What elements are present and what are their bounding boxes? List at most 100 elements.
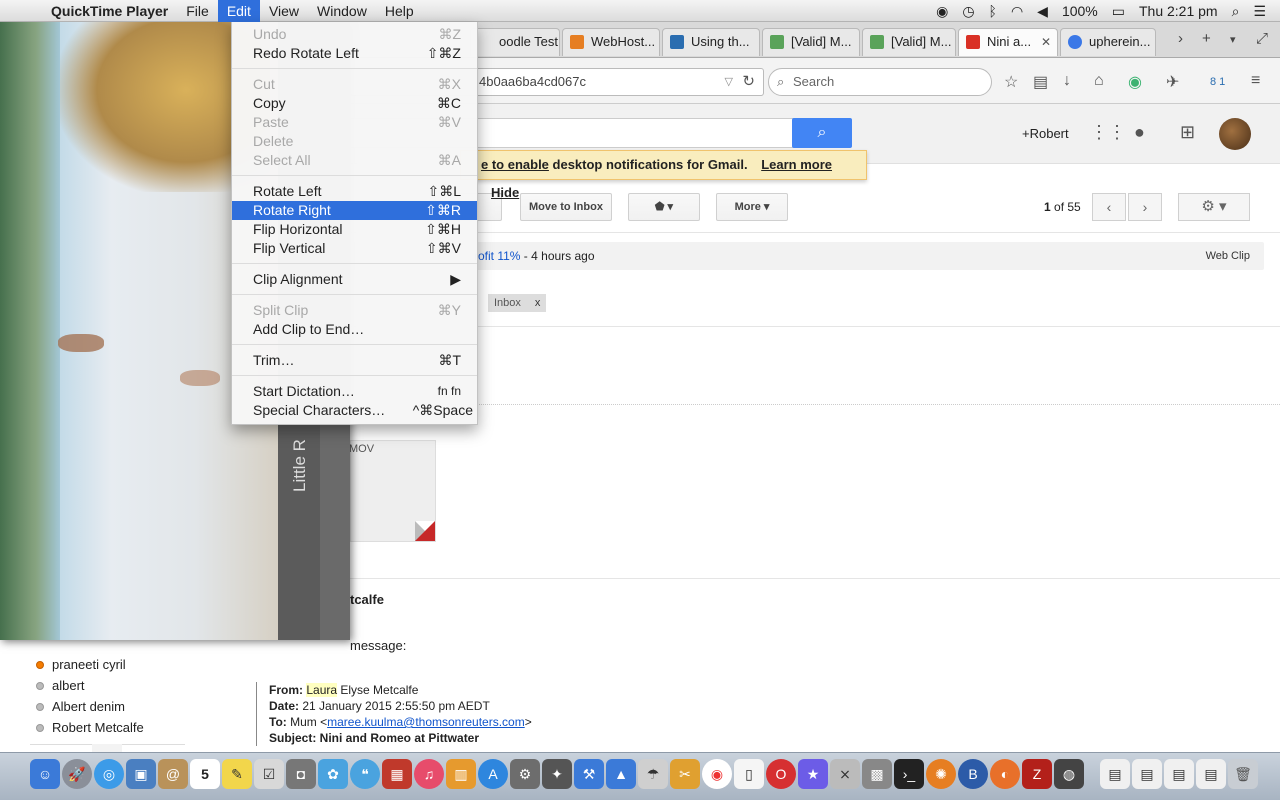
tab-upherein[interactable]: upherein... <box>1060 28 1156 56</box>
contacts-icon[interactable]: @ <box>158 759 188 789</box>
tab-list-icon[interactable]: ▾ <box>1230 33 1236 46</box>
ibooks-icon[interactable]: ▥ <box>446 759 476 789</box>
app-store-icon[interactable]: A <box>478 759 508 789</box>
trash-icon[interactable]: 🗑 <box>1228 759 1258 789</box>
app-icon[interactable]: ✂ <box>670 759 700 789</box>
bluetooth-icon[interactable]: ᛒ <box>989 3 997 19</box>
menu-item-trim[interactable]: Trim… ⌘T <box>232 351 477 370</box>
tab-valid-2[interactable]: [Valid] M... <box>862 28 956 56</box>
contact-item[interactable]: albert <box>30 675 190 696</box>
tab-scroll-right-icon[interactable]: › <box>1178 30 1183 47</box>
photo-booth-icon[interactable]: ▦ <box>382 759 412 789</box>
app-icon[interactable]: ☂ <box>638 759 668 789</box>
tab-moodle[interactable]: oodle Test ... <box>470 28 560 56</box>
firefox-icon[interactable]: ◐ <box>990 759 1020 789</box>
app-icon[interactable]: ⨯ <box>830 759 860 789</box>
addon-green-icon[interactable]: ◉ <box>1128 72 1142 92</box>
downloads-icon[interactable]: ↓ <box>1063 72 1071 90</box>
time-machine-icon[interactable]: ◷ <box>962 3 974 20</box>
contact-item[interactable]: Albert denim <box>30 696 190 717</box>
search-box[interactable]: ⌕ Search <box>768 68 992 96</box>
textedit-icon[interactable]: ▯ <box>734 759 764 789</box>
app-icon[interactable]: ▩ <box>862 759 892 789</box>
move-to-inbox-button[interactable]: Move to Inbox <box>520 193 612 221</box>
tab-gmail[interactable]: Nini a... ✕ <box>958 28 1058 56</box>
mov-attachment-thumbnail[interactable]: MOV <box>349 440 436 542</box>
menu-item-select-all[interactable]: Select All ⌘A <box>232 151 477 170</box>
gmail-search-button[interactable]: ⌕ <box>792 118 852 148</box>
calendar-icon[interactable]: 5 <box>190 759 220 789</box>
preview-icon[interactable]: ▣ <box>126 759 156 789</box>
menu-item-undo[interactable]: Undo ⌘Z <box>232 25 477 44</box>
older-button[interactable]: › <box>1128 193 1162 221</box>
remove-label-icon[interactable]: x <box>535 297 541 309</box>
menu-item-add-clip-to-end[interactable]: Add Clip to End… <box>232 320 477 339</box>
hamburger-menu-icon[interactable]: ≡ <box>1251 72 1260 90</box>
document-icon[interactable]: ▤ <box>1196 759 1226 789</box>
newer-button[interactable]: ‹ <box>1092 193 1126 221</box>
menu-item-flip-vertical[interactable]: Flip Vertical ⇧⌘V <box>232 239 477 258</box>
settings-gear-icon[interactable]: ⚙ ▾ <box>1178 193 1250 221</box>
app-icon[interactable]: ▲ <box>606 759 636 789</box>
web-clip-bar[interactable]: rofit 11% - 4 hours ago Web Clip <box>350 242 1264 270</box>
menu-view[interactable]: View <box>260 0 308 22</box>
tab-close-icon[interactable]: ✕ <box>1041 29 1051 55</box>
menu-item-start-dictation[interactable]: Start Dictation… fn fn <box>232 382 477 401</box>
menu-item-paste[interactable]: Paste ⌘V <box>232 113 477 132</box>
app-menu-quicktime[interactable]: QuickTime Player <box>42 0 177 22</box>
google-plus-name[interactable]: +Robert <box>1022 126 1069 141</box>
safari-icon[interactable]: ◎ <box>94 759 124 789</box>
document-icon[interactable]: ▤ <box>1100 759 1130 789</box>
menu-item-flip-horizontal[interactable]: Flip Horizontal ⇧⌘H <box>232 220 477 239</box>
new-tab-icon[interactable]: + <box>1202 30 1211 47</box>
home-icon[interactable]: ⌂ <box>1094 72 1104 90</box>
chrome-icon[interactable]: ◉ <box>702 759 732 789</box>
menu-help[interactable]: Help <box>376 0 423 22</box>
menu-item-clip-alignment[interactable]: Clip Alignment ▶ <box>232 270 477 289</box>
app-icon[interactable]: ★ <box>798 759 828 789</box>
battery-percent[interactable]: 100% <box>1062 3 1098 19</box>
terminal-icon[interactable]: ›_ <box>894 759 924 789</box>
to-email-link[interactable]: maree.kuulma@thomsonreuters.com <box>327 715 525 729</box>
document-icon[interactable]: ▤ <box>1164 759 1194 789</box>
opera-icon[interactable]: O <box>766 759 796 789</box>
window-resize-icon[interactable]: ⤢ <box>1256 30 1268 47</box>
labels-button[interactable]: ⬟ ▾ <box>628 193 700 221</box>
hide-link[interactable]: Hide <box>491 185 519 200</box>
enable-notifications-link[interactable]: e to enable <box>481 157 549 172</box>
menu-item-rotate-right[interactable]: Rotate Right ⇧⌘R <box>232 201 477 220</box>
menu-item-cut[interactable]: Cut ⌘X <box>232 75 477 94</box>
volume-icon[interactable]: ◀ <box>1037 3 1048 20</box>
tab-webhost[interactable]: WebHost... <box>562 28 660 56</box>
menu-item-copy[interactable]: Copy ⌘C <box>232 94 477 113</box>
url-history-icon[interactable]: ▽ <box>725 69 733 95</box>
tab-valid-1[interactable]: [Valid] M... <box>762 28 860 56</box>
menu-item-rotate-left[interactable]: Rotate Left ⇧⌘L <box>232 182 477 201</box>
avatar[interactable] <box>1219 118 1251 150</box>
menu-file[interactable]: File <box>177 0 218 22</box>
notification-center-icon[interactable]: ☰ <box>1253 3 1266 20</box>
menu-window[interactable]: Window <box>308 0 376 22</box>
web-clip-link[interactable]: rofit 11% <box>474 249 520 263</box>
notes-icon[interactable]: ✎ <box>222 759 252 789</box>
learn-more-link[interactable]: Learn more <box>761 157 832 172</box>
system-preferences-icon[interactable]: ⚙ <box>510 759 540 789</box>
finder-icon[interactable]: ☺ <box>30 759 60 789</box>
addon-menu-icon[interactable]: ✈ <box>1166 72 1179 92</box>
share-plus-icon[interactable]: ⊞ <box>1180 122 1195 143</box>
camera-icon[interactable]: ◘ <box>286 759 316 789</box>
menu-item-delete[interactable]: Delete <box>232 132 477 151</box>
toolbar-badge[interactable]: 8 1 <box>1210 76 1225 88</box>
contact-item[interactable]: Robert Metcalfe <box>30 717 190 738</box>
reload-icon[interactable]: ↻ <box>742 69 755 95</box>
screen-record-icon[interactable]: ◉ <box>936 3 948 20</box>
notifications-bell-icon[interactable]: ● <box>1134 122 1145 143</box>
menu-edit[interactable]: Edit <box>217 0 260 22</box>
bookmarks-list-icon[interactable]: ▤ <box>1033 72 1048 92</box>
filezilla-icon[interactable]: Z <box>1022 759 1052 789</box>
app-icon[interactable]: ✺ <box>926 759 956 789</box>
spotlight-search-icon[interactable]: ⌕ <box>1232 3 1240 20</box>
contact-item[interactable]: praneeti cyril <box>30 654 190 675</box>
document-icon[interactable]: ▤ <box>1132 759 1162 789</box>
messages-icon[interactable]: ❝ <box>350 759 380 789</box>
